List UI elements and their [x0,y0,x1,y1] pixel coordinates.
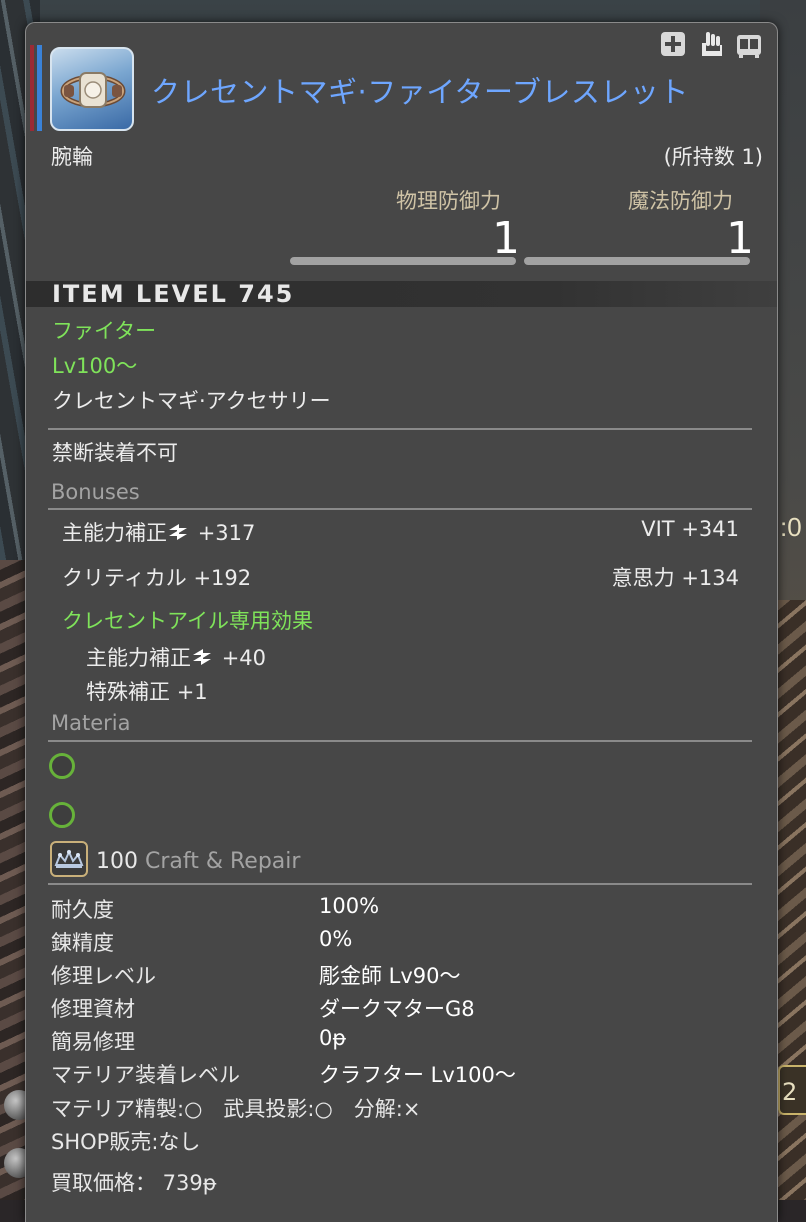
magic-defense-bar [524,257,750,265]
durability-label: 耐久度 [51,898,114,922]
materia-slot-empty [49,802,75,828]
repair-level-label: 修理レベル [51,964,156,988]
item-tooltip: クレセントマギ·ファイターブレスレット 腕輪 (所持数 1) 物理防御力 魔法防… [25,22,778,1222]
special-effect-header: クレセントアイル専用効果 [62,609,313,633]
materia-slot-empty [49,753,75,779]
bonus-name: 主能力補正 [86,646,191,670]
special-main-stat: 主能力補正 +40 [86,642,266,672]
owned-count: (所持数 1) [663,145,763,169]
spiritbond-value: 0% [319,927,353,951]
materia-level-label: マテリア装着レベル [51,1063,240,1087]
bonus-piety: 意思力 +134 [612,562,739,592]
divider [48,740,752,742]
divider [48,883,752,885]
shop-sellable: SHOP販売:なし [51,1130,201,1154]
craft-level: 100 [96,849,138,874]
physical-defense-bar [290,257,516,265]
bracelet-icon [50,47,134,131]
background-number: :0 [780,512,802,542]
durability-value: 100% [319,894,380,918]
materia-header: Materia [51,711,131,735]
double-arrow-icon [191,647,215,672]
bonus-value: +317 [197,521,256,545]
bonus-name: 意思力 [611,566,675,590]
bonuses-header: Bonuses [51,480,140,504]
divider [48,428,752,430]
craft-flags: マテリア精製:○ 武具投影:○ 分解:× [51,1097,421,1121]
divider [48,508,752,510]
magic-defense-label: 魔法防御力 [628,189,733,213]
bonus-vit: VIT +341 [641,517,739,541]
physical-defense-label: 物理防御力 [396,189,501,213]
glamour-hand-icon[interactable] [696,29,726,59]
craft-header-label: Craft & Repair [145,849,301,874]
craft-repair-header: 100 Craft & Repair [96,849,300,874]
quick-repair-label: 簡易修理 [51,1030,135,1054]
bonus-name: 主能力補正 [62,521,167,545]
bonus-name: VIT [641,517,675,541]
bonus-name: 特殊補正 [86,680,170,704]
background-hotbar-slot[interactable]: 2 [778,1065,806,1115]
special-bonus: 特殊補正 +1 [86,676,208,706]
equip-slot: 腕輪 [51,145,93,169]
armoire-icon[interactable] [734,29,764,59]
restriction-text: 禁断装着不可 [52,441,178,465]
bonus-main-stat: 主能力補正 +317 [62,517,255,547]
bonus-value: +1 [176,680,208,704]
item-category: クレセントマギ·アクセサリー [52,389,331,413]
sell-price: 買取価格： 739ᵽ [51,1171,217,1195]
bonus-value: +40 [221,646,267,670]
repair-material-label: 修理資材 [51,997,135,1021]
tooltip-action-icons [658,29,768,63]
quick-repair-value: 0ᵽ [319,1026,347,1050]
bonus-value: +134 [681,566,739,590]
crystal-crown-icon [50,841,88,877]
item-level: ITEM LEVEL 745 [52,280,295,308]
rarity-bar [30,45,42,131]
job-class: ファイター [52,319,157,343]
bonus-critical: クリティカル +192 [62,562,251,592]
repair-level-value: 彫金師 Lv90～ [319,964,461,988]
materia-level-value: クラフター Lv100～ [319,1063,516,1087]
level-requirement: Lv100～ [52,354,138,378]
bonus-value: +192 [193,566,252,590]
item-name: クレセントマギ·ファイターブレスレット [151,75,689,109]
bonus-value: +341 [681,517,739,541]
repair-material-value: ダークマターG8 [319,997,475,1021]
bonus-name: クリティカル [62,566,187,590]
spiritbond-label: 錬精度 [51,931,114,955]
double-arrow-icon [167,522,191,547]
plus-icon[interactable] [658,29,688,59]
